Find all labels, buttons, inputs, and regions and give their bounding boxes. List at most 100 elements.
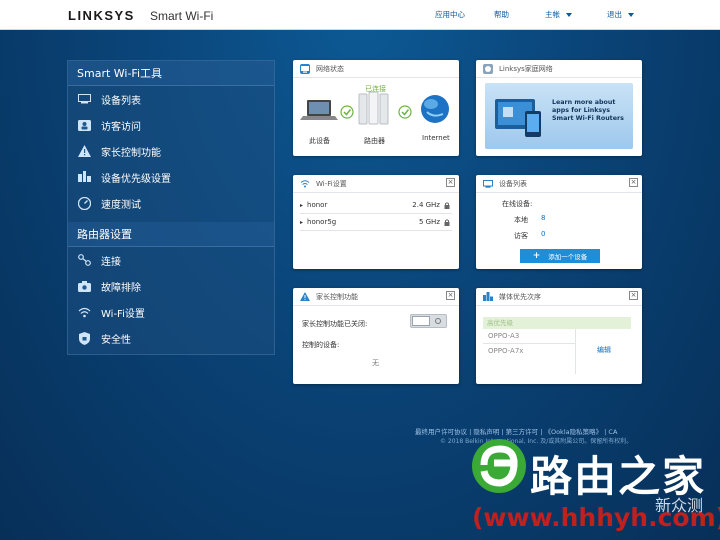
sidebar-item-wifi[interactable]: Wi-Fi设置 <box>68 299 274 325</box>
sidebar-item-guest-access[interactable]: 访客访问 <box>68 112 274 138</box>
apps-promo-text: Learn more about apps for Linksys Smart … <box>552 99 624 122</box>
priority-icon <box>483 292 493 302</box>
shield-icon <box>77 331 91 345</box>
globe-icon <box>421 95 449 123</box>
sidebar-item-speed-test[interactable]: 速度测试 <box>68 190 274 216</box>
edit-link[interactable]: 编辑 <box>597 345 611 355</box>
sidebar-section-router: 路由器设置 <box>68 222 274 247</box>
wifi-icon <box>300 179 310 189</box>
card-title: Linksys家庭网络 <box>499 64 553 73</box>
card-header: 网络状态 <box>293 60 459 78</box>
guest-label: 访客 <box>514 232 528 240</box>
add-device-label: 添加一个设备 <box>548 253 588 261</box>
device-list-card[interactable]: 设备列表 × 在线设备: 本地 8 访客 0 + 添加一个设备 <box>476 175 642 269</box>
sidebar-item-label: 访客访问 <box>101 121 141 133</box>
chevron-right-icon: ▸ <box>300 201 304 209</box>
sidebar-item-label: 家长控制功能 <box>101 147 161 159</box>
sidebar-item-troubleshooting[interactable]: 故障排除 <box>68 273 274 299</box>
media-priority-card[interactable]: 媒体优先次序 × 高优先级 OPPO-A3 OPPO-A7x 编辑 <box>476 288 642 384</box>
nav-account-label: 主帐 <box>545 10 560 19</box>
check-icon <box>340 105 354 119</box>
sidebar-item-label: 故障排除 <box>101 282 141 294</box>
guest-count[interactable]: 0 <box>541 230 545 238</box>
network-status-card[interactable]: 网络状态 已连接 此设备 路由器 Internet <box>293 60 459 156</box>
sidebar-item-connectivity[interactable]: 连接 <box>68 247 274 273</box>
toggle-off-indicator <box>435 318 441 324</box>
wifi-network-name: honor5g <box>307 218 337 226</box>
plus-icon: + <box>532 251 541 261</box>
wifi-network-row[interactable]: ▸ honor5g 5 GHz <box>300 214 452 231</box>
network-icon <box>300 63 310 74</box>
close-icon[interactable]: × <box>629 178 638 187</box>
card-header: 家长控制功能 × <box>293 288 459 306</box>
parental-control-icon <box>77 144 91 158</box>
laptop-icon <box>300 100 338 120</box>
nav-logout-label: 退出 <box>607 10 622 19</box>
home-network-icon <box>483 63 493 74</box>
watermark-logo <box>472 439 526 493</box>
card-title: 媒体优先次序 <box>499 292 541 301</box>
wifi-network-name: honor <box>307 201 328 209</box>
apps-promo-banner[interactable]: Learn more about apps for Linksys Smart … <box>485 83 633 149</box>
sidebar-item-label: 连接 <box>101 256 121 268</box>
sidebar-item-device-priority[interactable]: 设备优先级设置 <box>68 164 274 190</box>
nav-logout[interactable]: 退出 <box>607 9 634 20</box>
card-header: Wi-Fi设置 × <box>293 175 459 193</box>
wifi-icon <box>77 305 91 319</box>
guest-access-icon <box>77 118 91 132</box>
lock-icon <box>444 201 450 209</box>
device-priority-icon <box>77 170 91 184</box>
warning-icon <box>300 292 310 302</box>
card-title: 家长控制功能 <box>316 292 358 301</box>
card-header: 设备列表 × <box>476 175 642 193</box>
priority-header: 高优先级 <box>483 317 631 329</box>
sidebar-item-device-list[interactable]: 设备列表 <box>68 86 274 112</box>
divider <box>575 329 576 374</box>
card-title: 网络状态 <box>316 64 344 73</box>
chevron-down-icon <box>566 13 572 17</box>
sidebar-item-label: 速度测试 <box>101 199 141 211</box>
parental-control-card[interactable]: 家长控制功能 × 家长控制功能已关闭: 控制的设备: 无 <box>293 288 459 384</box>
chevron-right-icon: ▸ <box>300 218 304 226</box>
card-header: 媒体优先次序 × <box>476 288 642 306</box>
linksys-logo: LINKSYS <box>68 8 135 23</box>
sidebar-item-parental-control[interactable]: 家长控制功能 <box>68 138 274 164</box>
nav-help[interactable]: 帮助 <box>494 9 509 20</box>
close-icon[interactable]: × <box>446 291 455 300</box>
card-title: 设备列表 <box>499 179 527 188</box>
parental-toggle[interactable] <box>410 314 447 328</box>
lock-icon <box>444 218 450 226</box>
card-header: Linksys家庭网络 <box>476 60 642 78</box>
local-count[interactable]: 8 <box>541 214 545 222</box>
nav-app-center[interactable]: 应用中心 <box>435 9 465 20</box>
wifi-settings-card[interactable]: Wi-Fi设置 × ▸ honor 2.4 GHz ▸ honor5g 5 GH… <box>293 175 459 269</box>
local-label: 本地 <box>514 216 528 224</box>
watermark-url: (www.hhhyh.com) <box>472 503 720 532</box>
wifi-network-band: 2.4 GHz <box>412 201 440 209</box>
controlled-devices-none: 无 <box>372 359 379 367</box>
sidebar-item-security[interactable]: 安全性 <box>68 325 274 351</box>
priority-device: OPPO-A7x <box>488 347 524 355</box>
close-icon[interactable]: × <box>629 291 638 300</box>
check-icon <box>398 105 412 119</box>
sidebar-item-label: 设备优先级设置 <box>101 173 171 185</box>
chevron-down-icon <box>628 13 634 17</box>
linksys-home-card[interactable]: Linksys家庭网络 Learn more about apps for Li… <box>476 60 642 156</box>
add-device-button[interactable]: + 添加一个设备 <box>520 249 600 263</box>
sidebar-section-tools: Smart Wi-Fi工具 <box>68 61 274 86</box>
connectivity-icon <box>77 253 91 267</box>
product-name: Smart Wi-Fi <box>150 9 214 23</box>
card-title: Wi-Fi设置 <box>316 179 347 188</box>
router-label: 路由器 <box>364 137 385 145</box>
nav-account[interactable]: 主帐 <box>545 9 572 20</box>
parental-status: 家长控制功能已关闭: <box>302 320 368 328</box>
wifi-network-band: 5 GHz <box>418 218 440 226</box>
sidebar: Smart Wi-Fi工具 设备列表 访客访问 家长控制功能 设备优先级设置 速… <box>67 60 275 355</box>
app-devices-icon <box>495 99 541 137</box>
footer-links[interactable]: 最终用户许可协议 | 隐私声明 | 第三方许可 | 《Ookla隐私策略》 | … <box>415 426 617 436</box>
close-icon[interactable]: × <box>446 178 455 187</box>
priority-device: OPPO-A3 <box>488 332 520 340</box>
internet-label: Internet <box>422 134 450 142</box>
wifi-network-row[interactable]: ▸ honor 2.4 GHz <box>300 197 452 214</box>
divider <box>483 343 575 344</box>
